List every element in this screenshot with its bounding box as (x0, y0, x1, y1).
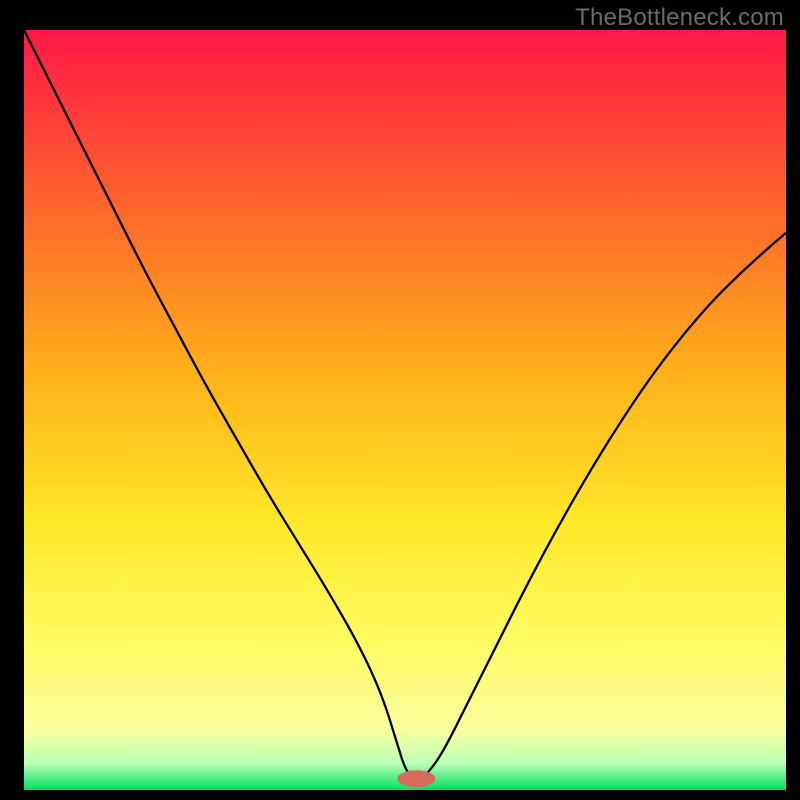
gradient-background (24, 30, 786, 790)
plot-area (24, 30, 786, 790)
bottleneck-chart (24, 30, 786, 790)
chart-frame: TheBottleneck.com (0, 0, 800, 800)
optimal-point-marker (397, 770, 435, 787)
watermark-text: TheBottleneck.com (575, 4, 784, 32)
